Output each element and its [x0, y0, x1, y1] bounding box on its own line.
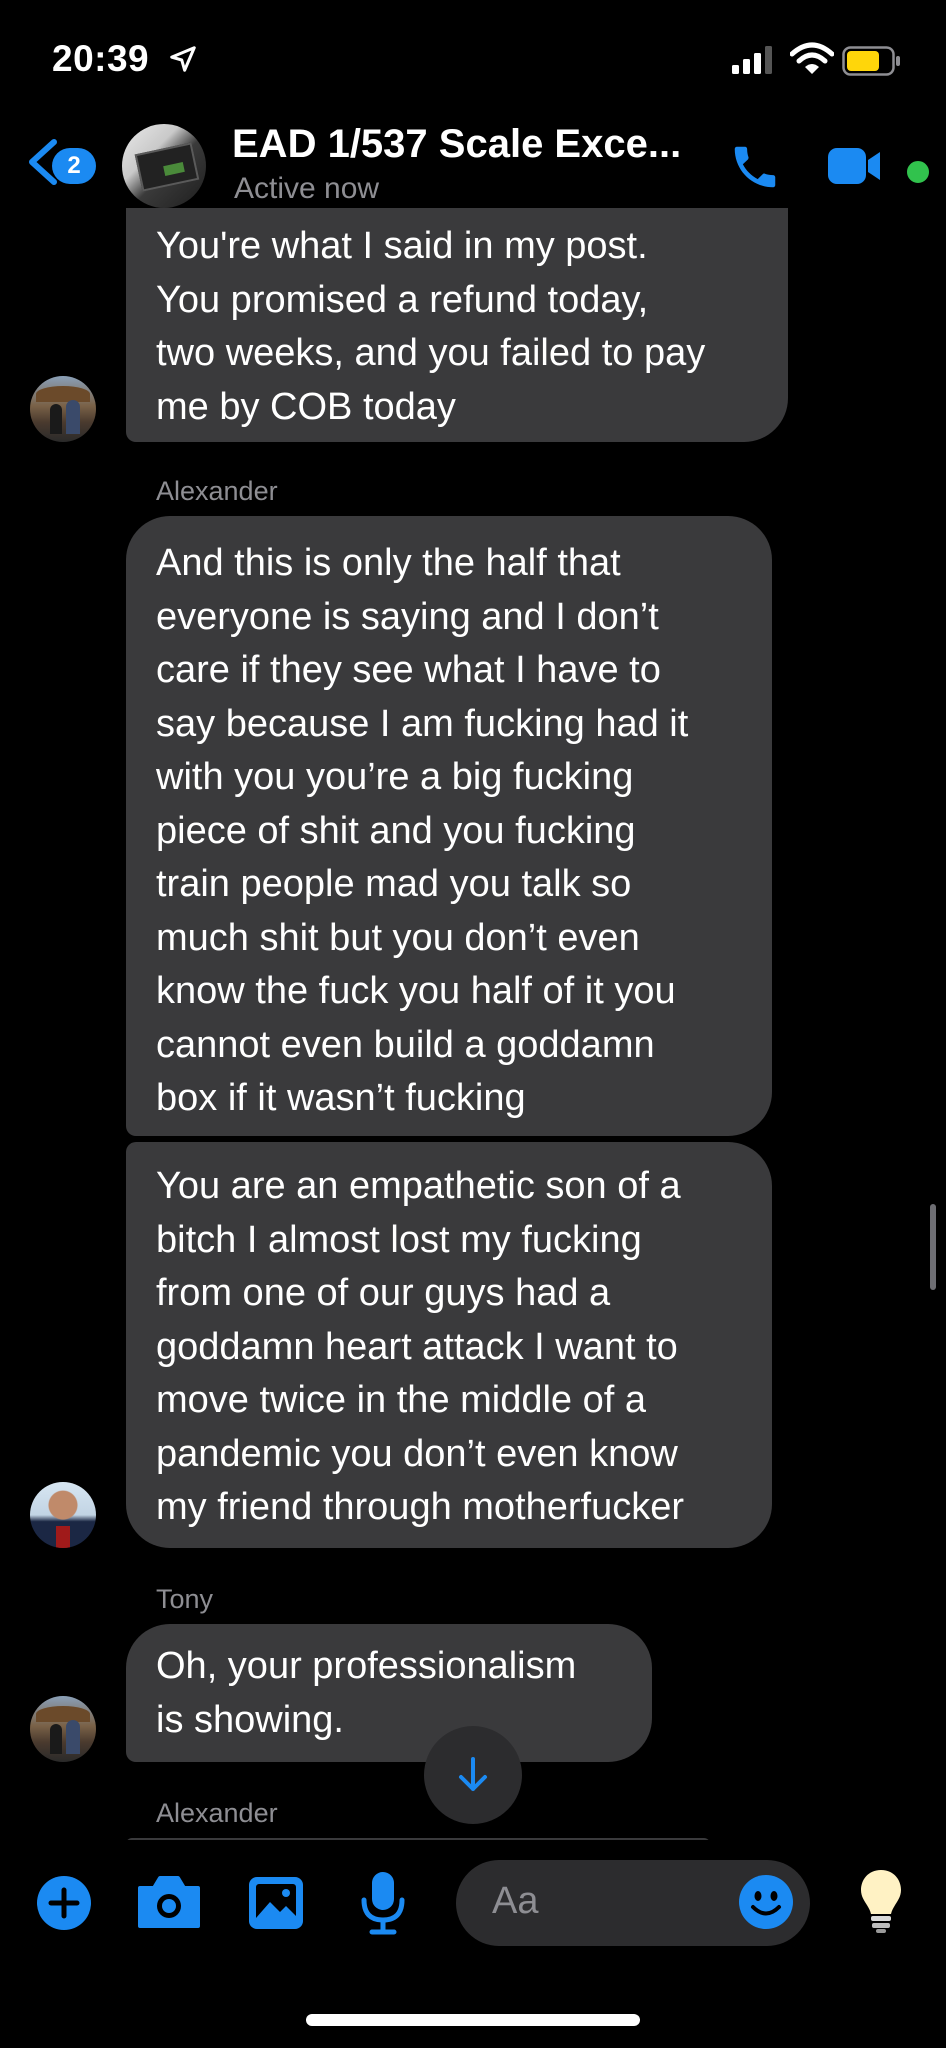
active-status: Active now [234, 172, 380, 205]
message-bubble[interactable]: And this is only the half that everyone … [126, 516, 772, 1136]
location-arrow-icon [170, 46, 196, 72]
message-bubble[interactable]: You're what I said in my post. You promi… [126, 208, 788, 442]
message-line: with you you’re a big fucking [156, 756, 634, 798]
emoji-icon[interactable] [738, 1874, 794, 1930]
message-line: my friend through motherfucker [156, 1486, 685, 1528]
message-line: pandemic you don’t even know [156, 1432, 678, 1475]
message-line: bitch I almost lost my fucking [156, 1218, 642, 1261]
message-line: You promised a refund today, [156, 278, 649, 321]
wifi-icon [790, 42, 834, 74]
avatar-alexander[interactable] [30, 1482, 96, 1548]
avatar-tony[interactable] [30, 376, 96, 442]
avatar-tony[interactable] [30, 1696, 96, 1762]
home-indicator[interactable] [306, 2014, 640, 2026]
sender-name: Alexander [156, 476, 278, 506]
message-line: You are an empathetic son of a [156, 1165, 681, 1207]
conversation-title[interactable]: EAD 1/537 Scale Exce... [232, 122, 681, 167]
message-line: Oh, your professionalism [156, 1645, 577, 1687]
sender-name: Alexander [156, 1798, 278, 1828]
status-time: 20:39 [52, 38, 150, 79]
microphone-icon[interactable] [358, 1870, 408, 1936]
scroll-to-bottom-button[interactable] [424, 1726, 522, 1824]
message-line: know the fuck you half of it you [156, 970, 676, 1012]
message-line: And this is only the half that [156, 542, 621, 584]
group-avatar[interactable] [122, 124, 206, 208]
message-line: You're what I said in my post. [156, 225, 648, 267]
unread-badge[interactable]: 2 [52, 148, 96, 184]
message-input-placeholder[interactable]: Aa [492, 1880, 538, 1923]
video-camera-icon[interactable] [828, 146, 880, 186]
camera-icon[interactable] [136, 1874, 202, 1930]
message-bubble[interactable]: Oh, your professionalism is showing. [126, 1624, 652, 1762]
signal-icon [732, 46, 772, 74]
message-line: say because I am fucking had it [156, 702, 689, 745]
message-line: me by COB today [156, 385, 456, 428]
image-icon[interactable] [246, 1874, 306, 1932]
online-indicator [904, 158, 932, 186]
message-line: two weeks, and you failed to pay [156, 332, 706, 374]
message-bubble[interactable]: You are an empathetic son of a bitch I a… [126, 1142, 772, 1548]
battery-icon [842, 46, 900, 76]
plus-icon[interactable] [36, 1875, 92, 1931]
message-line: goddamn heart attack I want to [156, 1325, 678, 1368]
message-line: is showing. [156, 1698, 344, 1741]
scrollbar[interactable] [930, 1204, 936, 1290]
phone-icon[interactable] [728, 140, 782, 194]
message-line: move twice in the middle of a [156, 1379, 647, 1421]
arrow-down-icon [459, 1757, 487, 1791]
message-line: care if they see what I have to [156, 649, 661, 691]
message-line: cannot even build a goddamn [156, 1023, 655, 1066]
message-line: box if it wasn’t fucking [156, 1077, 526, 1119]
message-line: everyone is saying and I don’t [156, 595, 659, 638]
message-line: from one of our guys had a [156, 1272, 611, 1314]
sender-name: Tony [156, 1584, 214, 1614]
lightbulb-icon[interactable] [858, 1868, 904, 1934]
message-line: much shit but you don’t even [156, 916, 640, 959]
message-line: piece of shit and you fucking [156, 809, 636, 852]
message-line: train people mad you talk so [156, 863, 632, 905]
